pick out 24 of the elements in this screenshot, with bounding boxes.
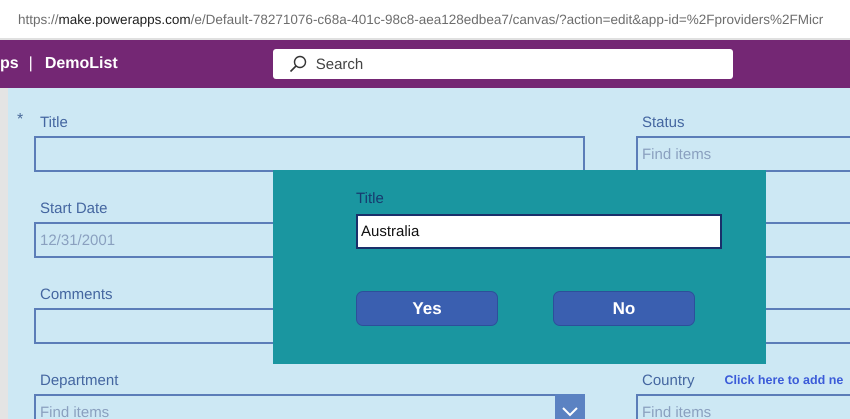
app-name-prefix: ps [0, 55, 19, 73]
field-label: Comments [40, 286, 113, 302]
field-placeholder: Find items [40, 404, 110, 419]
field-placeholder: Find items [642, 146, 712, 162]
required-asterisk: * [17, 111, 24, 129]
field-value: 12/31/2001 [40, 232, 116, 248]
app-name: DemoList [44, 55, 118, 73]
url-text: https://make.powerapps.com/e/Default-78271076-c68a-401c-98c8-aea128edbea7/canvas/?action=edit&app-id=%2Fproviders%2FMicr [18, 12, 824, 26]
field-placeholder: Find items [642, 404, 712, 419]
field-label: Status [642, 114, 685, 130]
search-field[interactable]: Search [272, 49, 733, 79]
separator: | [28, 55, 33, 73]
address-bar[interactable]: https://make.powerapps.com/e/Default-78271076-c68a-401c-98c8-aea128edbea7/canvas/?action=edit&app-id=%2Fproviders%2FMicr [0, 0, 850, 40]
field-label: Department [40, 372, 118, 388]
no-button[interactable]: No [553, 291, 695, 326]
chevron-down-icon [562, 407, 578, 417]
yes-button[interactable]: Yes [356, 291, 498, 326]
field-label: Title [40, 114, 68, 130]
dialog-label: Title [356, 190, 385, 209]
add-new-link[interactable]: Click here to add ne [724, 373, 844, 387]
field-label: Country [642, 372, 695, 388]
field-label: Start Date [40, 200, 108, 216]
search-icon [288, 55, 307, 73]
input-field[interactable]: Australia [356, 214, 722, 249]
